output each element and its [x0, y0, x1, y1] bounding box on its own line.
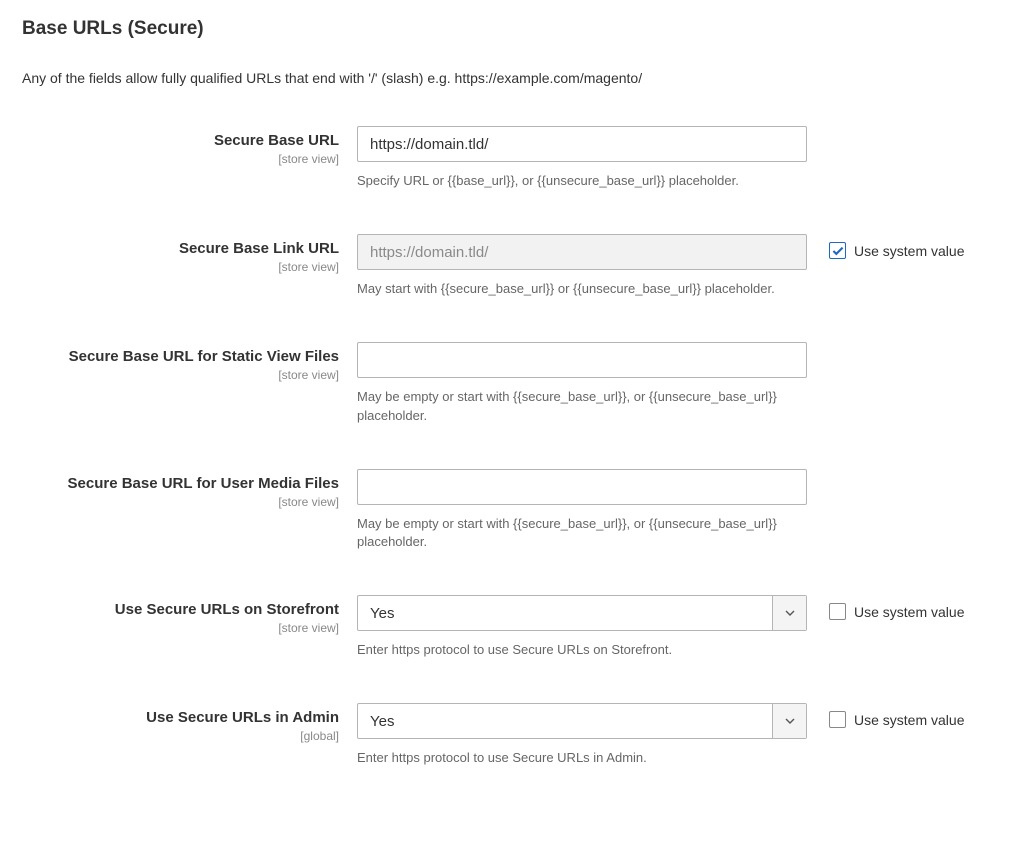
checkbox-use-system-value-admin[interactable]: [829, 711, 846, 728]
row-secure-base-url: Secure Base URL [store view] Specify URL…: [22, 126, 1002, 190]
system-value-label-link-url: Use system value: [854, 243, 964, 259]
label-secure-base-media-url: Secure Base URL for User Media Files: [22, 475, 339, 493]
row-secure-base-media-url: Secure Base URL for User Media Files [st…: [22, 469, 1002, 551]
label-secure-storefront: Use Secure URLs on Storefront: [22, 601, 339, 619]
checkbox-use-system-value-storefront[interactable]: [829, 603, 846, 620]
label-secure-base-static-url: Secure Base URL for Static View Files: [22, 348, 339, 366]
chevron-down-icon: [772, 596, 806, 630]
section-title: Base URLs (Secure): [22, 18, 1002, 40]
row-secure-base-static-url: Secure Base URL for Static View Files [s…: [22, 342, 1002, 424]
input-secure-base-media-url[interactable]: [357, 469, 807, 505]
system-value-label-admin: Use system value: [854, 712, 964, 728]
select-secure-admin[interactable]: Yes: [357, 703, 807, 739]
help-secure-base-media-url: May be empty or start with {{secure_base…: [357, 515, 807, 551]
scope-secure-base-url: [store view]: [22, 152, 339, 166]
check-icon: [832, 246, 844, 256]
scope-secure-storefront: [store view]: [22, 621, 339, 635]
scope-secure-base-link-url: [store view]: [22, 260, 339, 274]
row-secure-base-link-url: Secure Base Link URL [store view] May st…: [22, 234, 1002, 298]
help-secure-storefront: Enter https protocol to use Secure URLs …: [357, 641, 807, 659]
label-secure-admin: Use Secure URLs in Admin: [22, 709, 339, 727]
chevron-down-icon: [772, 704, 806, 738]
select-secure-storefront[interactable]: Yes: [357, 595, 807, 631]
scope-secure-base-static-url: [store view]: [22, 368, 339, 382]
label-secure-base-url: Secure Base URL: [22, 132, 339, 150]
scope-secure-admin: [global]: [22, 729, 339, 743]
input-secure-base-url[interactable]: [357, 126, 807, 162]
checkbox-use-system-value-link-url[interactable]: [829, 242, 846, 259]
scope-secure-base-media-url: [store view]: [22, 495, 339, 509]
section-note: Any of the fields allow fully qualified …: [22, 70, 1002, 86]
help-secure-base-link-url: May start with {{secure_base_url}} or {{…: [357, 280, 807, 298]
label-secure-base-link-url: Secure Base Link URL: [22, 240, 339, 258]
help-secure-base-url: Specify URL or {{base_url}}, or {{unsecu…: [357, 172, 807, 190]
input-secure-base-link-url: [357, 234, 807, 270]
help-secure-base-static-url: May be empty or start with {{secure_base…: [357, 388, 807, 424]
input-secure-base-static-url[interactable]: [357, 342, 807, 378]
select-value-secure-storefront: Yes: [370, 605, 394, 622]
select-value-secure-admin: Yes: [370, 713, 394, 730]
system-value-label-storefront: Use system value: [854, 604, 964, 620]
help-secure-admin: Enter https protocol to use Secure URLs …: [357, 749, 807, 767]
row-secure-storefront: Use Secure URLs on Storefront [store vie…: [22, 595, 1002, 659]
